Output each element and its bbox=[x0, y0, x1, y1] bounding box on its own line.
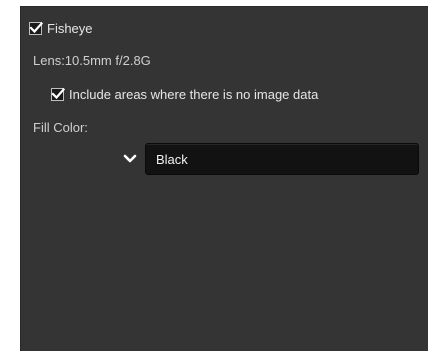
checkmark-icon bbox=[51, 87, 65, 100]
dropdown-toggle[interactable] bbox=[115, 143, 145, 175]
fill-color-label: Fill Color: bbox=[33, 120, 88, 135]
fisheye-label: Fisheye bbox=[47, 21, 93, 36]
fill-color-select-field[interactable]: Black bbox=[145, 143, 419, 175]
include-no-image-checkbox[interactable] bbox=[51, 87, 65, 101]
fill-color-value: Black bbox=[156, 151, 188, 167]
fill-color-dropdown[interactable]: Black bbox=[115, 143, 419, 175]
include-no-image-label: Include areas where there is no image da… bbox=[69, 87, 319, 102]
include-no-image-row[interactable]: Include areas where there is no image da… bbox=[51, 87, 428, 102]
fisheye-panel: Fisheye Lens:10.5mm f/2.8G Include areas… bbox=[20, 6, 428, 351]
checkmark-icon bbox=[29, 21, 43, 34]
fill-color-row: Fill Color: bbox=[33, 120, 88, 135]
fisheye-checkbox-row[interactable]: Fisheye bbox=[29, 21, 93, 36]
lens-info-row: Lens:10.5mm f/2.8G bbox=[33, 53, 151, 68]
chevron-down-icon bbox=[123, 154, 137, 163]
fisheye-checkbox[interactable] bbox=[29, 21, 43, 35]
lens-info-text: Lens:10.5mm f/2.8G bbox=[33, 53, 151, 68]
